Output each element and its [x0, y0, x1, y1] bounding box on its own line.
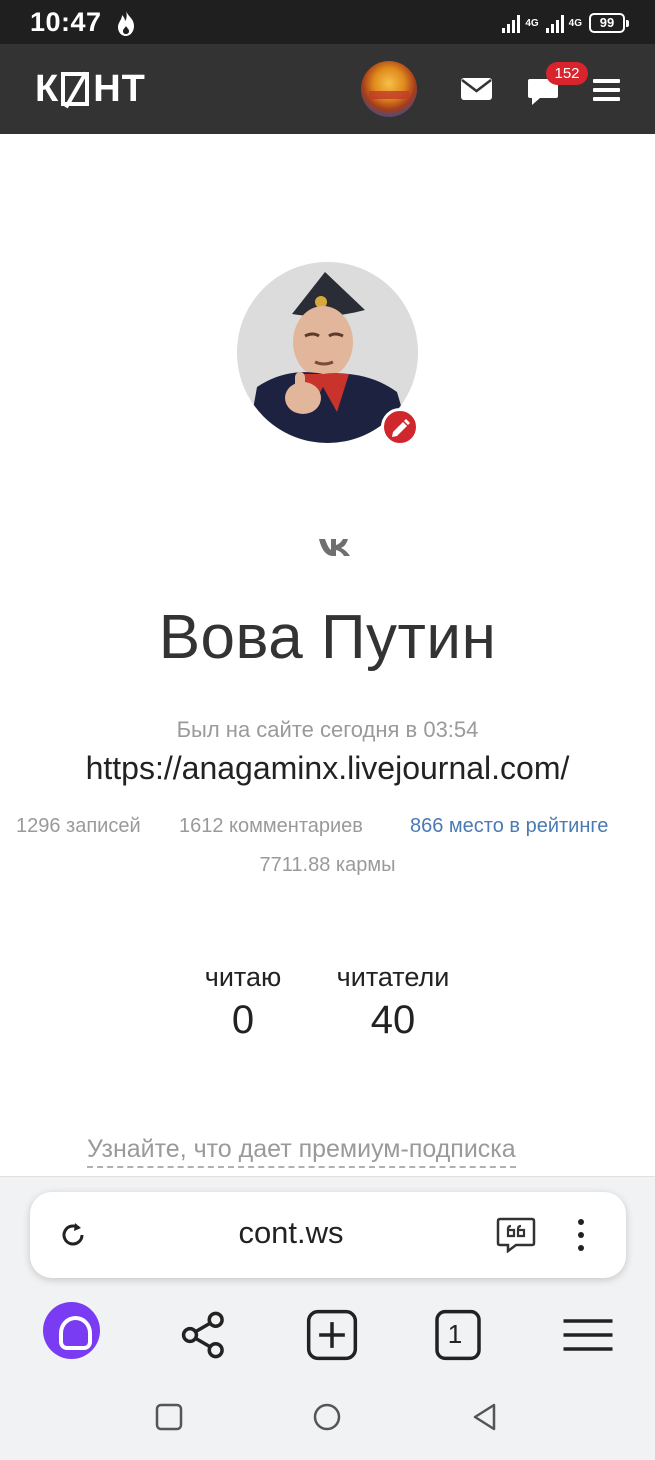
comments-count[interactable]: 1612 комментариев — [179, 815, 363, 838]
status-time: 10:47 — [30, 7, 102, 37]
following-label: читаю — [204, 962, 282, 992]
share-icon[interactable] — [176, 1307, 232, 1363]
followers-label: читатели — [336, 962, 450, 992]
signal-icon — [502, 13, 521, 33]
more-options-icon[interactable] — [574, 1217, 588, 1253]
signal-icon — [545, 13, 564, 33]
profile-name: Вова Путин — [158, 603, 497, 672]
url-text[interactable]: cont.ws — [30, 1215, 552, 1251]
notifications-badge[interactable]: 152 — [546, 62, 588, 85]
logo-pen-icon — [61, 72, 90, 106]
vk-icon[interactable] — [317, 536, 355, 558]
android-navigation-bar — [0, 1376, 655, 1460]
network-type: 4G — [525, 17, 539, 29]
browser-toolbar: cont.ws 1 — [0, 1176, 655, 1376]
flame-icon — [118, 10, 134, 36]
browser-menu-icon[interactable] — [560, 1307, 616, 1363]
edit-avatar-button[interactable] — [381, 408, 419, 446]
site-header: К НТ 152 — [0, 44, 655, 134]
profile-website-link[interactable]: https://anagaminx.livejournal.com/ — [0, 750, 655, 787]
address-bar[interactable]: cont.ws — [30, 1192, 626, 1278]
tabs-button[interactable]: 1 — [430, 1307, 486, 1363]
recents-icon[interactable] — [154, 1402, 184, 1432]
tabs-count: 1 — [447, 1319, 463, 1349]
back-icon[interactable] — [470, 1402, 500, 1432]
logo-text-start: К — [35, 67, 60, 110]
battery-level: 99 — [599, 15, 615, 30]
quote-bubble-icon[interactable] — [496, 1217, 536, 1253]
following-count: 0 — [231, 998, 255, 1042]
karma-value: 7711.88 кармы — [259, 854, 396, 876]
premium-subscription-link[interactable]: Узнайте, что дает премиум-подписка — [87, 1135, 516, 1168]
profile-stats: 1296 записей 1612 комментариев 866 место… — [16, 815, 639, 841]
site-logo[interactable]: К НТ — [35, 67, 146, 110]
network-type: 4G — [568, 17, 582, 29]
home-icon[interactable] — [312, 1402, 342, 1432]
status-bar: 10:47 4G 4G 99 — [0, 0, 655, 44]
posts-count[interactable]: 1296 записей — [16, 815, 141, 838]
following-block[interactable]: читаю 0 — [197, 962, 289, 1043]
followers-count: 40 — [370, 998, 416, 1042]
menu-icon[interactable] — [593, 79, 620, 101]
followers-block[interactable]: читатели 40 — [327, 962, 459, 1043]
status-indicators: 4G 4G 99 — [502, 12, 629, 34]
new-tab-icon[interactable] — [304, 1307, 360, 1363]
rating-link[interactable]: 866 место в рейтинге — [410, 815, 608, 838]
mail-icon[interactable] — [461, 78, 492, 100]
alice-assistant-button[interactable] — [43, 1302, 100, 1359]
logo-text-end: НТ — [93, 67, 146, 110]
battery-icon: 99 — [589, 13, 629, 33]
last-seen-text: Был на сайте сегодня в 03:54 — [176, 717, 479, 742]
user-avatar-button[interactable] — [361, 61, 417, 117]
pencil-icon — [392, 419, 410, 437]
